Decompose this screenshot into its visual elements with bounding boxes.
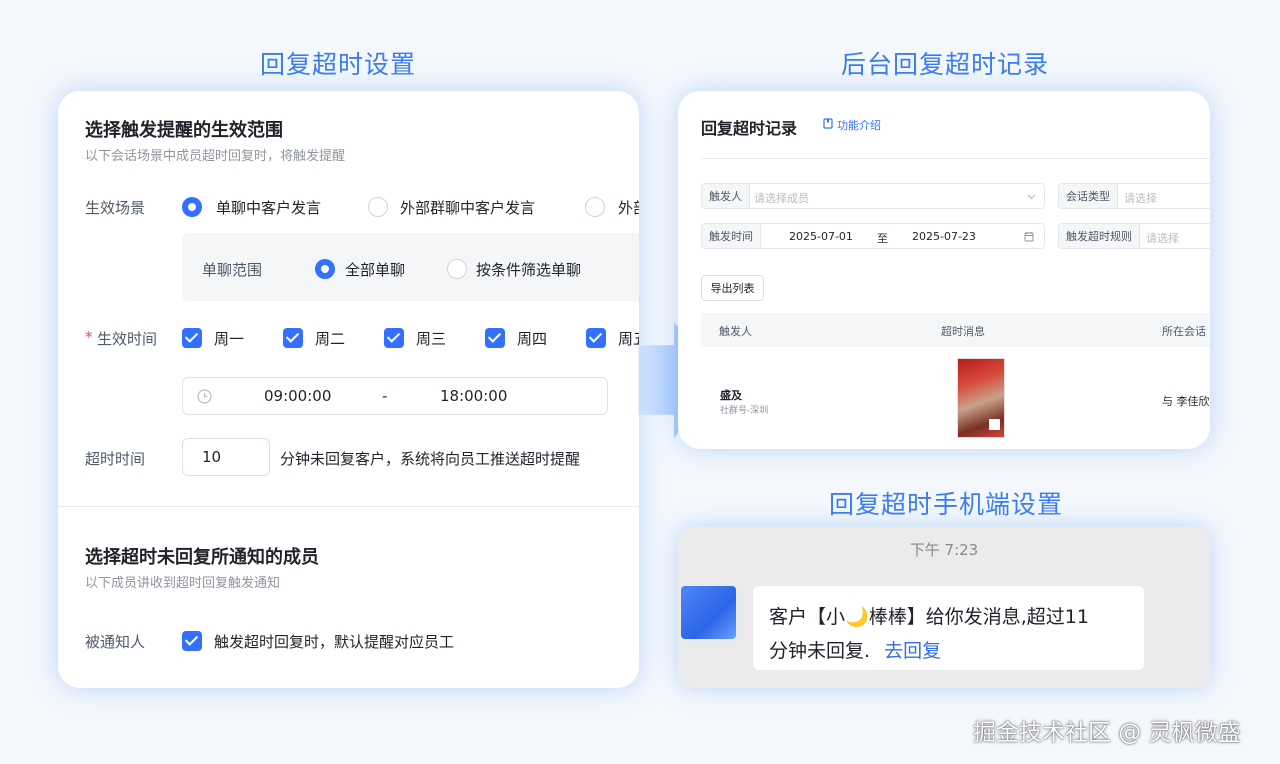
calendar-icon xyxy=(1024,232,1034,242)
weekday-checkbox-thu[interactable] xyxy=(485,328,505,348)
scene-radio-external-group[interactable] xyxy=(368,197,388,217)
notify-text: 触发超时回复时，默认提醒对应员工 xyxy=(214,633,455,651)
message-line-1-start: 客户【小 xyxy=(769,606,846,628)
time-range-input[interactable]: 09:00:00 - 18:00:00 xyxy=(182,377,608,415)
chevron-down-icon xyxy=(1027,194,1036,200)
timeout-records-card: 回复超时记录 功能介绍 触发人 请选择成员 会话类型 请选择 触发时间 2025… xyxy=(678,91,1210,449)
trigger-time-label: 触发时间 xyxy=(702,224,761,248)
records-divider xyxy=(701,158,1210,159)
message-line-2: 分钟未回复. 去回复 xyxy=(769,636,941,663)
trigger-rule-select[interactable]: 触发超时规则 请选择 xyxy=(1058,223,1210,249)
weekday-checkbox-wed[interactable] xyxy=(384,328,404,348)
chat-time: 下午 7:23 xyxy=(909,541,979,559)
col-timeout-message: 超时消息 xyxy=(941,325,985,338)
weekday-checkbox-tue[interactable] xyxy=(283,328,303,348)
time-start: 09:00:00 xyxy=(264,387,332,405)
section1-subtitle: 以下会话场景中成员超时回复时，将触发提醒 xyxy=(85,149,346,164)
col-trigger-person: 触发人 xyxy=(719,325,752,338)
date-to-word: 至 xyxy=(877,232,888,245)
timeout-minutes-input[interactable]: 10 xyxy=(182,438,270,476)
section2-subtitle: 以下成员讲收到超时回复触发通知 xyxy=(85,576,281,591)
col-session: 所在会话 xyxy=(1162,325,1206,338)
notify-checkbox[interactable] xyxy=(182,631,202,651)
export-list-button[interactable]: 导出列表 xyxy=(701,275,764,301)
range-option-filter[interactable]: 按条件筛选单聊 xyxy=(476,259,581,280)
range-label: 单聊范围 xyxy=(202,261,263,279)
records-title: 回复超时记录 xyxy=(701,119,798,138)
timeout-description: 分钟未回复客户，系统将向员工推送超时提醒 xyxy=(280,450,581,468)
timeout-minutes-value: 10 xyxy=(202,448,222,466)
trigger-person-placeholder: 请选择成员 xyxy=(754,192,809,205)
weekday-tue[interactable]: 周二 xyxy=(315,328,345,349)
weekday-fri[interactable]: 周五 xyxy=(618,328,639,349)
scene-radio-external-other[interactable] xyxy=(585,197,605,217)
watermark: 掘金技术社区 @ 灵枫微盛 xyxy=(973,720,1241,746)
section-divider xyxy=(58,506,639,507)
date-from: 2025-07-01 xyxy=(789,230,853,243)
weekday-mon[interactable]: 周一 xyxy=(214,328,244,349)
section1-title: 选择触发提醒的生效范围 xyxy=(85,120,283,141)
trigger-person-select[interactable]: 触发人 请选择成员 xyxy=(701,183,1045,209)
session-type-placeholder: 请选择 xyxy=(1124,192,1157,205)
clock-icon xyxy=(197,389,212,404)
scene-label: 生效场景 xyxy=(85,199,146,217)
timeout-label: 超时时间 xyxy=(85,450,146,468)
row-group-name: 社群号-深圳 xyxy=(720,406,769,416)
right-bottom-section-title: 回复超时手机端设置 xyxy=(829,490,1064,519)
table-row[interactable]: 盛及 社群号-深圳 与 李佳欣 xyxy=(701,347,1210,449)
weekday-checkbox-fri[interactable] xyxy=(586,328,606,348)
message-bubble: 客户【小🌙棒棒】给你发消息,超过11 分钟未回复. 去回复 xyxy=(753,586,1144,670)
avatar[interactable] xyxy=(681,586,736,639)
weekday-wed[interactable]: 周三 xyxy=(416,328,446,349)
single-chat-range-panel: 单聊范围 全部单聊 按条件筛选单聊 xyxy=(182,233,639,301)
message-line-1: 客户【小🌙棒棒】给你发消息,超过11 xyxy=(769,602,1089,629)
session-type-label: 会话类型 xyxy=(1059,184,1118,208)
message-image-thumbnail[interactable] xyxy=(957,358,1005,438)
row-trigger-name: 盛及 xyxy=(720,389,742,402)
book-icon xyxy=(823,118,833,129)
row-session: 与 李佳欣 xyxy=(1162,395,1210,408)
trigger-time-range[interactable]: 触发时间 2025-07-01 至 2025-07-23 xyxy=(701,223,1045,249)
trigger-person-label: 触发人 xyxy=(702,184,750,208)
message-line-2-text: 分钟未回复. xyxy=(769,640,871,662)
range-radio-filter[interactable] xyxy=(447,259,467,279)
scene-option-external-group[interactable]: 外部群聊中客户发言 xyxy=(400,197,535,218)
time-label: 生效时间 xyxy=(97,330,158,348)
trigger-rule-placeholder: 请选择 xyxy=(1146,232,1179,245)
scene-option-single-chat[interactable]: 单聊中客户发言 xyxy=(216,197,321,218)
table-header: 触发人 超时消息 所在会话 xyxy=(701,313,1210,347)
scene-option-external-other[interactable]: 外部 xyxy=(618,197,639,218)
timeout-settings-card: 选择触发提醒的生效范围 以下会话场景中成员超时回复时，将触发提醒 生效场景 单聊… xyxy=(58,91,639,688)
section2-title: 选择超时未回复所通知的成员 xyxy=(85,547,319,568)
moon-icon: 🌙 xyxy=(845,606,869,628)
qr-code-icon xyxy=(989,419,1000,430)
time-separator: - xyxy=(382,387,388,405)
range-option-all[interactable]: 全部单聊 xyxy=(345,259,405,280)
session-type-select[interactable]: 会话类型 请选择 xyxy=(1058,183,1210,209)
message-line-1-end: 棒棒】给你发消息,超过11 xyxy=(868,606,1089,628)
reply-link[interactable]: 去回复 xyxy=(884,640,941,662)
time-end: 18:00:00 xyxy=(440,387,508,405)
right-top-section-title: 后台回复超时记录 xyxy=(841,50,1050,79)
notify-label: 被通知人 xyxy=(85,633,146,651)
weekday-checkbox-mon[interactable] xyxy=(182,328,202,348)
mobile-chat-card: 下午 7:23 客户【小🌙棒棒】给你发消息,超过11 分钟未回复. 去回复 xyxy=(678,527,1210,688)
required-mark: * xyxy=(85,328,93,346)
weekday-thu[interactable]: 周四 xyxy=(517,328,547,349)
scene-radio-single-chat[interactable] xyxy=(182,197,202,217)
date-to: 2025-07-23 xyxy=(912,230,976,243)
range-radio-all[interactable] xyxy=(315,259,335,279)
feature-intro-link[interactable]: 功能介绍 xyxy=(837,117,881,133)
trigger-rule-label: 触发超时规则 xyxy=(1059,224,1140,248)
left-section-title: 回复超时设置 xyxy=(260,50,417,79)
